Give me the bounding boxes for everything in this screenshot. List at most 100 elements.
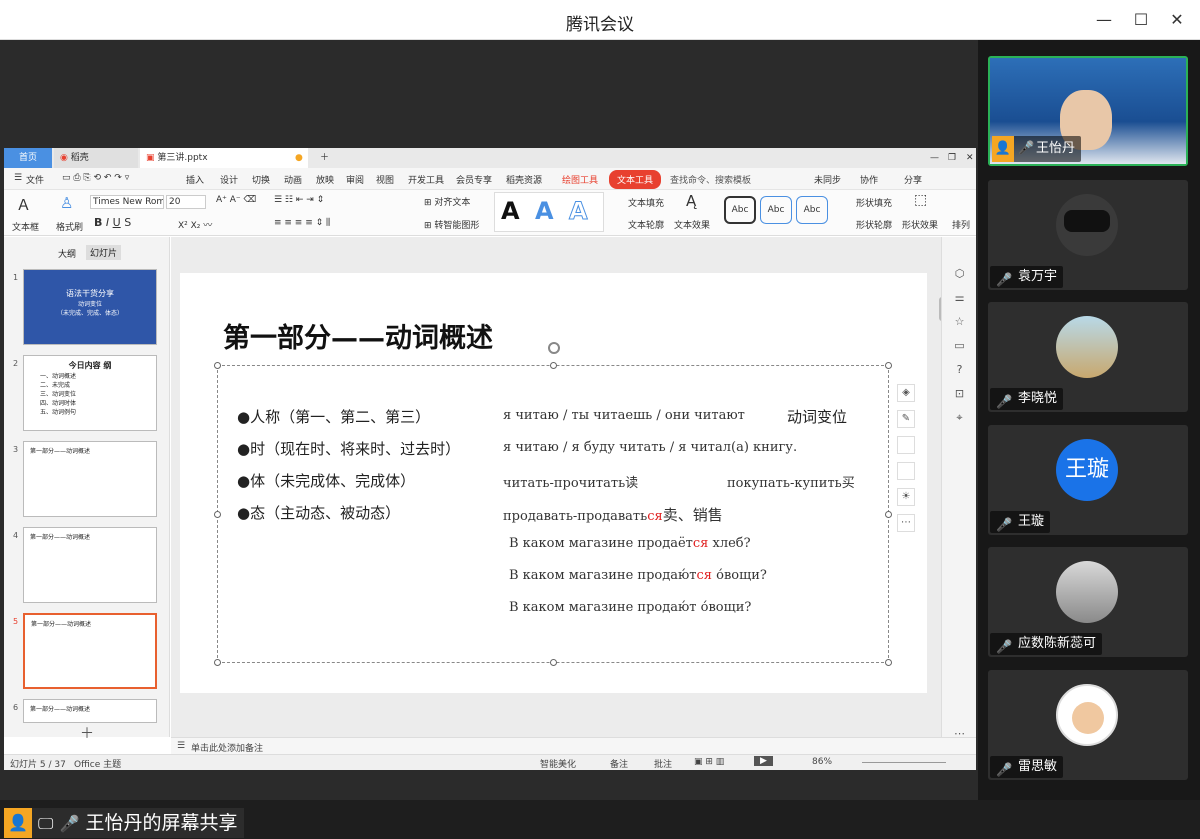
align-text-button[interactable]: ⊞ 对齐文本 — [424, 195, 470, 208]
collab-button[interactable]: 协作 — [860, 173, 878, 186]
font-style-icons[interactable]: B I U S — [94, 216, 131, 229]
share-button[interactable]: 分享 — [904, 173, 922, 186]
menu-devtools[interactable]: 开发工具 — [408, 173, 444, 186]
shape-outline-button[interactable]: 形状轮廓 — [856, 218, 892, 231]
slide-thumb-3[interactable]: 第一部分——动词概述 — [23, 441, 157, 517]
wps-restore-icon[interactable]: ❐ — [942, 148, 956, 168]
slide-thumb-4[interactable]: 第一部分——动词概述 — [23, 527, 157, 603]
animation-icon[interactable]: ☆ — [953, 315, 966, 328]
participant-tile[interactable]: 🎤 雷思敏 — [988, 670, 1188, 780]
smart-graphic-button[interactable]: ⊞ 转智能图形 — [424, 218, 479, 231]
more-icon[interactable]: ⋯ — [897, 514, 915, 532]
beautify-button[interactable]: 智能美化 — [540, 757, 576, 770]
participant-tile[interactable]: 🎤 应数陈新蕊可 — [988, 547, 1188, 657]
resize-handle[interactable] — [550, 659, 557, 666]
shape-style-2[interactable]: Abc — [760, 196, 792, 224]
shape-fill-button[interactable]: 形状填充 — [856, 196, 892, 209]
zoom-level[interactable]: 86% — [812, 757, 832, 767]
pen-icon[interactable]: ✎ — [897, 410, 915, 428]
participant-tile[interactable]: 🎤 袁万宇 — [988, 180, 1188, 290]
wps-close-icon[interactable]: ✕ — [960, 148, 974, 168]
notes-bar[interactable]: ☰ 单击此处添加备注 — [171, 737, 976, 755]
format-brush-button[interactable]: 格式刷 — [56, 220, 83, 233]
transition-icon[interactable]: ▭ — [953, 339, 966, 352]
close-icon[interactable]: ✕ — [1163, 6, 1191, 34]
align-icons[interactable]: ≡ ≡ ≡ ≡ ⇕ ⫼ — [274, 218, 330, 228]
resize-handle[interactable] — [550, 362, 557, 369]
tab-document[interactable]: ▣ 第三讲.pptx ● — [140, 148, 308, 168]
format-brush-icon[interactable]: ♙ — [60, 194, 73, 212]
command-search[interactable]: 查找命令、搜索模板 — [670, 173, 751, 186]
float-tool-blank[interactable] — [897, 436, 915, 454]
adjust-icon[interactable]: ⚌ — [953, 291, 966, 304]
bulb-icon[interactable]: ☀ — [897, 488, 915, 506]
font-size-select[interactable]: 20 — [166, 195, 206, 209]
comment-button[interactable]: 批注 — [654, 757, 672, 770]
object-icon[interactable]: ⬡ — [953, 267, 966, 280]
menu-icon[interactable]: ☰ — [14, 173, 22, 183]
textbox-button[interactable]: 文本框 — [12, 220, 39, 233]
backup-icon[interactable]: ⊡ — [953, 387, 966, 400]
minimize-icon[interactable]: — — [1090, 6, 1118, 34]
help-icon[interactable]: ? — [953, 363, 966, 376]
shape-effect-button[interactable]: 形状效果 — [902, 218, 938, 231]
notes-button[interactable]: 备注 — [610, 757, 628, 770]
menu-review[interactable]: 审阅 — [346, 173, 364, 186]
layers-icon[interactable]: ◈ — [897, 384, 915, 402]
tab-home[interactable]: 首页 — [4, 148, 52, 168]
script-icons[interactable]: X² X₂ 〰 — [178, 218, 212, 231]
menu-member[interactable]: 会员专享 — [456, 173, 492, 186]
arrange-button[interactable]: 排列 — [952, 218, 970, 231]
menu-insert[interactable]: 插入 — [186, 173, 204, 186]
style-outline-a[interactable]: A — [569, 197, 589, 226]
menu-drawing-tools[interactable]: 绘图工具 — [562, 173, 598, 186]
maximize-icon[interactable]: ☐ — [1127, 6, 1155, 34]
font-name-select[interactable]: Times New Roman — [90, 195, 164, 209]
slide-thumb-2[interactable]: 今日内容 纲 一、动词概述 二、未完成 三、动词变位 四、动词时体 五、动词例句 — [23, 355, 157, 431]
text-outline-button[interactable]: 文本轮廓 — [628, 218, 664, 231]
notes-placeholder[interactable]: 单击此处添加备注 — [191, 741, 263, 754]
text-effect-icon[interactable]: Ą — [686, 192, 696, 210]
textbox-icon[interactable]: Ａ — [16, 194, 31, 215]
slide-thumb-6[interactable]: 第一部分——动词概述 — [23, 699, 157, 723]
participant-tile[interactable]: 王璇 🎤 王璇 — [988, 425, 1188, 535]
resize-handle[interactable] — [214, 511, 221, 518]
wps-minimize-icon[interactable]: — — [924, 148, 939, 168]
menu-docer[interactable]: 稻壳资源 — [506, 173, 542, 186]
shape-effect-icon[interactable]: ⬚ — [914, 192, 927, 208]
font-grow-icons[interactable]: A⁺ A⁻ ⌫ — [216, 195, 256, 205]
style-blue-a[interactable]: A — [535, 197, 554, 225]
menu-view[interactable]: 视图 — [376, 173, 394, 186]
add-slide-icon[interactable]: ＋ — [80, 723, 94, 743]
resize-handle[interactable] — [885, 362, 892, 369]
style-black-a[interactable]: A — [501, 197, 520, 225]
resize-handle[interactable] — [214, 362, 221, 369]
panel-tab-outline[interactable]: 大纲 — [58, 247, 76, 260]
tab-docer[interactable]: ◉ 稻壳 — [54, 148, 138, 168]
zoom-slider[interactable] — [862, 762, 946, 763]
menu-animation[interactable]: 动画 — [284, 173, 302, 186]
menu-file[interactable]: 文件 — [26, 173, 44, 186]
resize-handle[interactable] — [885, 659, 892, 666]
play-icon[interactable]: ▶ — [754, 756, 773, 766]
menu-slideshow[interactable]: 放映 — [316, 173, 334, 186]
add-tab-icon[interactable]: ＋ — [314, 148, 332, 168]
participant-tile-active[interactable]: 👤 🎤 王怡丹 — [988, 56, 1188, 166]
menu-transition[interactable]: 切换 — [252, 173, 270, 186]
view-mode-icons[interactable]: ▣ ⊞ ▥ — [694, 757, 724, 767]
text-fill-button[interactable]: 文本填充 — [628, 196, 664, 209]
resize-handle[interactable] — [214, 659, 221, 666]
slide-thumb-5-selected[interactable]: 第一部分——动词概述 — [23, 613, 157, 689]
rotate-handle-icon[interactable] — [548, 342, 560, 354]
location-icon[interactable]: ⌖ — [953, 411, 966, 424]
slide-title[interactable]: 第一部分——动词概述 — [223, 316, 493, 355]
slide-thumb-1[interactable]: 语法干货分享 动词变位 （未完成、完成、体态） — [23, 269, 157, 345]
sync-status[interactable]: 未同步 — [814, 173, 841, 186]
list-icons[interactable]: ☰ ☷ ⇤ ⇥ ⇕ — [274, 195, 324, 205]
menu-text-tools[interactable]: 文本工具 — [609, 170, 662, 189]
shape-style-3[interactable]: Abc — [796, 196, 828, 224]
text-style-gallery[interactable]: A A A — [494, 192, 604, 232]
text-effect-button[interactable]: 文本效果 — [674, 218, 710, 231]
shape-style-1[interactable]: Abc — [724, 196, 756, 224]
participant-tile[interactable]: 🎤 李晓悦 — [988, 302, 1188, 412]
